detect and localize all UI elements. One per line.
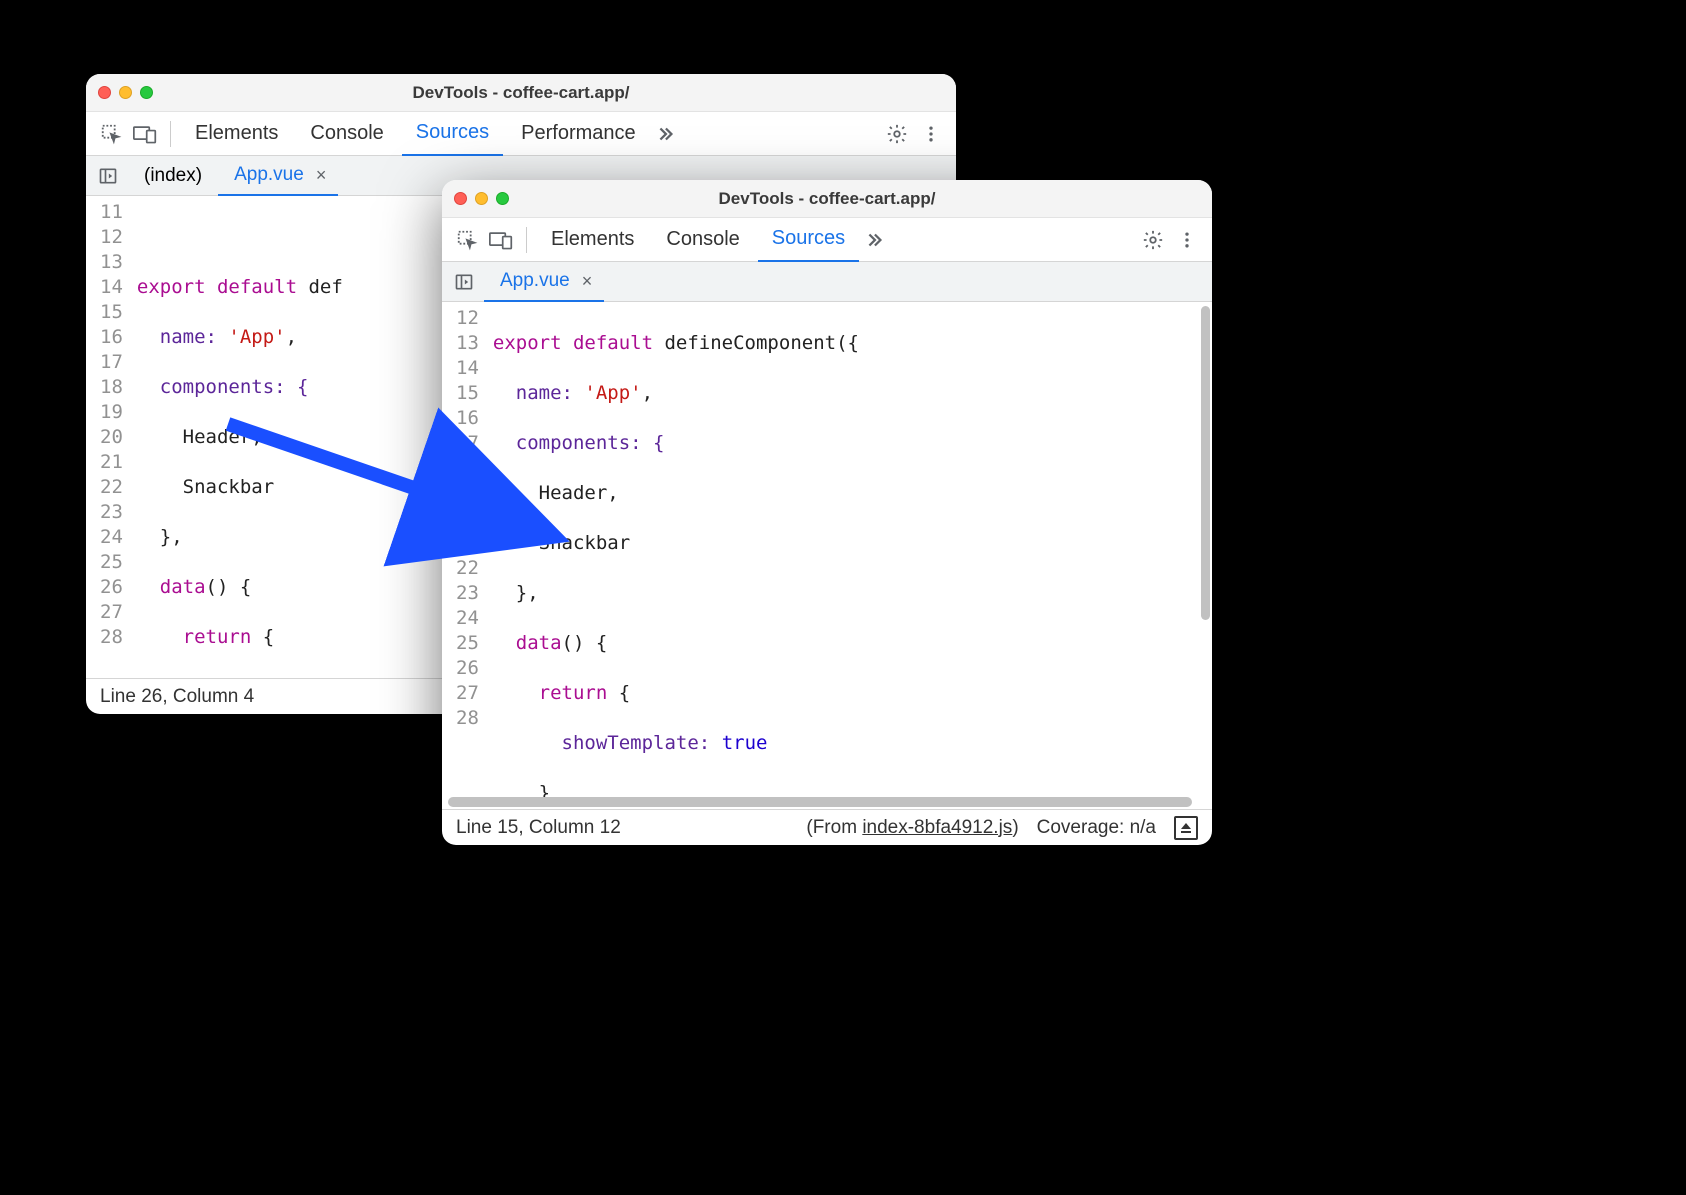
zoom-window-button[interactable] [140,86,153,99]
line-number-gutter: 1213141516171819202122232425262728 [442,302,489,809]
vertical-scrollbar[interactable] [1201,306,1210,620]
status-bar: Line 15, Column 12 (From index-8bfa4912.… [442,809,1212,845]
kebab-menu-icon[interactable] [1172,225,1202,255]
tab-elements[interactable]: Elements [537,218,648,261]
devtools-window-front: DevTools - coffee-cart.app/ Elements Con… [442,180,1212,845]
sourcemap-link[interactable]: index-8bfa4912.js [862,817,1012,838]
device-toggle-icon[interactable] [130,119,160,149]
tab-console[interactable]: Console [652,218,753,261]
file-tab-index[interactable]: (index) [128,157,212,195]
code-content: export default def name: 'App', componen… [133,196,343,678]
file-tab-label: App.vue [500,270,570,292]
tab-sources[interactable]: Sources [758,217,859,263]
horizontal-scrollbar[interactable] [448,797,1192,807]
more-tabs-icon[interactable] [654,123,676,145]
settings-gear-icon[interactable] [882,119,912,149]
minimize-window-button[interactable] [119,86,132,99]
code-content: export default defineComponent({ name: '… [489,302,1031,809]
tab-elements[interactable]: Elements [181,112,292,155]
file-tab-app-vue[interactable]: App.vue × [484,262,604,302]
window-title: DevTools - coffee-cart.app/ [442,189,1212,209]
titlebar: DevTools - coffee-cart.app/ [442,180,1212,218]
coverage-info: Coverage: n/a [1037,817,1156,839]
close-tab-icon[interactable]: × [580,272,595,290]
tab-performance[interactable]: Performance [507,112,650,155]
code-editor[interactable]: 1213141516171819202122232425262728 expor… [442,302,1212,809]
line-number-gutter: 111213141516171819202122232425262728 [86,196,133,678]
toggle-drawer-icon[interactable] [1174,816,1198,840]
traffic-lights [98,86,153,99]
navigator-toggle-icon[interactable] [94,162,122,190]
file-tab-bar: App.vue × [442,262,1212,302]
device-toggle-icon[interactable] [486,225,516,255]
tab-console[interactable]: Console [296,112,397,155]
more-tabs-icon[interactable] [863,229,885,251]
inspect-element-icon[interactable] [96,119,126,149]
sourcemap-info: (From index-8bfa4912.js) [806,817,1018,839]
settings-gear-icon[interactable] [1138,225,1168,255]
cursor-position: Line 26, Column 4 [100,686,254,708]
toolbar-separator [170,121,171,147]
zoom-window-button[interactable] [496,192,509,205]
file-tab-label: App.vue [234,164,304,186]
close-tab-icon[interactable]: × [314,166,329,184]
traffic-lights [454,192,509,205]
inspect-element-icon[interactable] [452,225,482,255]
cursor-position: Line 15, Column 12 [456,817,621,839]
titlebar: DevTools - coffee-cart.app/ [86,74,956,112]
main-toolbar: Elements Console Sources Performance [86,112,956,156]
close-window-button[interactable] [454,192,467,205]
file-tab-app-vue[interactable]: App.vue × [218,156,338,196]
kebab-menu-icon[interactable] [916,119,946,149]
navigator-toggle-icon[interactable] [450,268,478,296]
file-tab-label: (index) [144,165,202,187]
tab-sources[interactable]: Sources [402,111,503,157]
minimize-window-button[interactable] [475,192,488,205]
toolbar-separator [526,227,527,253]
close-window-button[interactable] [98,86,111,99]
window-title: DevTools - coffee-cart.app/ [86,83,956,103]
main-toolbar: Elements Console Sources [442,218,1212,262]
